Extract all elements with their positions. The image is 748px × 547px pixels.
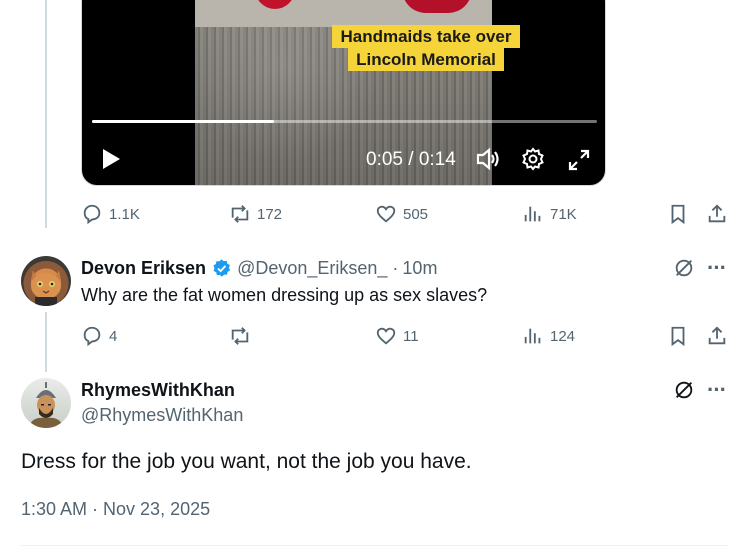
focused-author-name[interactable]: RhymesWithKhan — [81, 380, 235, 401]
reply-time[interactable]: 10m — [402, 258, 437, 279]
bookmark-button[interactable] — [667, 203, 689, 230]
video-caption-line1: Handmaids take over — [332, 25, 520, 48]
heart-icon — [376, 327, 396, 345]
reply-author-handle[interactable]: @Devon_Eriksen_ — [237, 258, 387, 279]
focused-tweet-text: Dress for the job you want, not the job … — [21, 450, 472, 473]
avatar[interactable] — [21, 256, 71, 306]
focused-timestamp[interactable]: 1:30 AM · Nov 23, 2025 — [21, 499, 210, 520]
share-icon — [708, 204, 726, 223]
views-count: 124 — [550, 327, 576, 345]
analytics-icon — [524, 206, 541, 222]
reply-count: 1.1K — [109, 205, 140, 223]
reply-icon — [83, 204, 101, 225]
more-options-icon[interactable]: ··· — [707, 255, 727, 281]
repost-button[interactable]: 172 — [229, 203, 282, 225]
reply-text: Why are the fat women dressing up as sex… — [81, 285, 488, 305]
reply-button[interactable]: 4 — [81, 325, 117, 347]
bookmark-button[interactable] — [667, 325, 689, 352]
video-caption-line2: Lincoln Memorial — [348, 48, 504, 71]
grok-icon — [675, 259, 693, 277]
views-count: 71K — [550, 205, 577, 223]
cat-avatar-image — [31, 270, 61, 306]
share-icon — [708, 326, 726, 345]
share-button[interactable] — [706, 325, 728, 352]
reply-count: 4 — [109, 327, 118, 345]
thread-line-top — [45, 0, 47, 228]
separator-dot: · — [392, 258, 399, 278]
verified-badge-icon — [211, 258, 232, 279]
like-button[interactable]: 505 — [375, 203, 428, 225]
grok-button[interactable] — [673, 379, 695, 406]
video-player[interactable]: Handmaids take over Lincoln Memorial 0:0… — [81, 0, 606, 186]
grok-icon — [675, 381, 693, 399]
like-count: 11 — [403, 327, 419, 345]
settings-gear-icon[interactable] — [521, 147, 545, 176]
repost-button[interactable] — [229, 325, 257, 347]
reply-button[interactable]: 1.1K — [81, 203, 140, 225]
repost-count: 172 — [257, 205, 283, 223]
bookmark-icon — [671, 326, 685, 347]
bookmark-icon — [671, 204, 685, 225]
reply-header: Devon Eriksen @Devon_Eriksen_ · 10m — [81, 258, 437, 279]
views-button[interactable]: 71K — [522, 203, 577, 225]
fullscreen-icon[interactable] — [568, 149, 590, 176]
warrior-avatar-image — [29, 382, 63, 428]
focused-author-handle[interactable]: @RhymesWithKhan — [81, 405, 243, 426]
analytics-icon — [524, 328, 541, 344]
reply-author-name[interactable]: Devon Eriksen — [81, 258, 206, 279]
like-count: 505 — [403, 205, 429, 223]
video-progress-fill — [92, 120, 274, 123]
heart-icon — [376, 205, 396, 223]
thread-line-reply — [45, 312, 47, 372]
avatar[interactable] — [21, 378, 71, 428]
repost-icon — [231, 327, 249, 345]
share-button[interactable] — [706, 203, 728, 230]
repost-icon — [231, 205, 249, 223]
play-icon[interactable] — [100, 148, 122, 175]
video-caption: Handmaids take over Lincoln Memorial — [327, 25, 525, 77]
reply-icon — [83, 326, 101, 347]
views-button[interactable]: 124 — [522, 325, 575, 347]
video-time: 0:05 / 0:14 — [366, 149, 456, 170]
like-button[interactable]: 11 — [375, 325, 419, 347]
volume-icon[interactable] — [475, 147, 501, 176]
grok-button[interactable] — [673, 257, 695, 284]
divider — [20, 545, 728, 546]
more-options-icon[interactable]: ··· — [707, 377, 727, 403]
